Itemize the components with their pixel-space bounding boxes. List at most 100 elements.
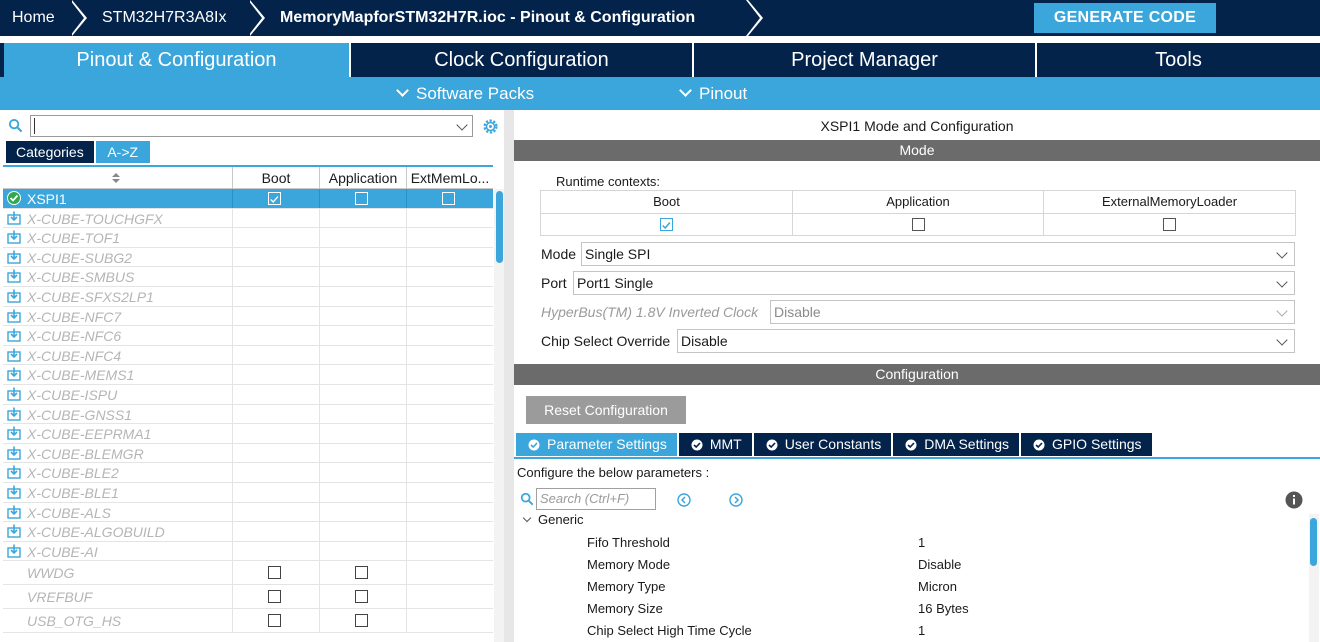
table-row[interactable]: X-CUBE-SUBG2 (3, 247, 493, 268)
field-value: Disable (681, 333, 728, 349)
table-row[interactable]: X-CUBE-BLE1 (3, 482, 493, 503)
next-result-icon[interactable] (729, 493, 743, 507)
info-icon[interactable] (1285, 491, 1303, 509)
breadcrumb-home[interactable]: Home (0, 0, 87, 36)
table-row[interactable]: X-CUBE-AI (3, 541, 493, 562)
checkbox-ext[interactable] (442, 192, 455, 205)
tab-project-manager[interactable]: Project Manager (694, 43, 1037, 77)
table-row[interactable]: X-CUBE-NFC4 (3, 345, 493, 366)
context-checkbox[interactable] (911, 218, 925, 231)
tab-dma-settings[interactable]: DMA Settings (893, 433, 1022, 456)
cell-divider (232, 404, 233, 424)
table-row[interactable]: X-CUBE-TOF1 (3, 228, 493, 248)
sort-icon[interactable] (111, 173, 121, 183)
parameter-search-input[interactable]: Search (Ctrl+F) (536, 488, 656, 510)
context-checkbox[interactable] (1163, 218, 1176, 231)
table-row[interactable]: X-CUBE-ALGOBUILD (3, 522, 493, 542)
generate-code-button[interactable]: GENERATE CODE (1034, 3, 1216, 33)
parameter-value[interactable]: Disable (918, 557, 961, 572)
table-row[interactable]: VREFBUF (3, 585, 493, 610)
tab-user-constants[interactable]: User Constants (753, 433, 894, 456)
checkbox-boot[interactable] (268, 192, 281, 205)
download-icon (7, 426, 21, 440)
column-application[interactable]: Application (319, 167, 406, 189)
chevron-down-icon (1276, 334, 1288, 346)
table-row[interactable]: XSPI1 (3, 189, 493, 209)
table-row[interactable]: X-CUBE-NFC7 (3, 306, 493, 327)
runtime-contexts-table: Boot Application ExternalMemoryLoader (540, 190, 1296, 236)
cell-divider (232, 561, 233, 585)
table-row[interactable]: X-CUBE-ALS (3, 502, 493, 523)
checkbox-boot[interactable] (268, 590, 281, 604)
field-select[interactable]: Disable (677, 329, 1295, 353)
cell-divider (406, 502, 407, 522)
scrollbar-thumb[interactable] (496, 191, 503, 263)
breadcrumb-project[interactable]: MemoryMapforSTM32H7R.ioc - Pinout & Conf… (248, 0, 763, 36)
reset-configuration-button[interactable]: Reset Configuration (526, 396, 686, 424)
context-checkbox[interactable] (659, 218, 673, 231)
column-extmemloader[interactable]: ExtMemLo... (406, 167, 493, 189)
tab-parameter-settings[interactable]: Parameter Settings (516, 433, 679, 456)
tab-a-z[interactable]: A->Z (95, 141, 150, 163)
configuration-section-header: Configuration (514, 364, 1320, 385)
tab-mmt[interactable]: MMT (678, 433, 754, 456)
chevron-down-icon[interactable] (456, 119, 468, 131)
parameter-value[interactable]: 1 (918, 623, 925, 638)
table-row[interactable]: X-CUBE-BLEMGR (3, 443, 493, 464)
checkbox-app[interactable] (355, 614, 368, 628)
tab-categories[interactable]: Categories (6, 141, 94, 163)
column-boot[interactable]: Boot (232, 167, 319, 189)
parameter-name: Memory Mode (587, 557, 671, 572)
scrollbar-thumb[interactable] (1310, 518, 1317, 566)
component-list-scrollbar[interactable] (494, 189, 504, 642)
cell-divider (232, 585, 233, 609)
table-row[interactable]: X-CUBE-SFXS2LP1 (3, 286, 493, 307)
checkbox-app[interactable] (355, 192, 368, 205)
group-generic[interactable]: Generic (522, 512, 584, 527)
cell-divider (232, 228, 233, 247)
parameter-list-scrollbar[interactable] (1309, 514, 1319, 642)
table-row[interactable]: WWDG (3, 561, 493, 586)
table-row[interactable]: X-CUBE-EEPRMA1 (3, 424, 493, 444)
table-row[interactable]: USB_OTG_HS (3, 609, 493, 634)
checkbox-boot[interactable] (268, 566, 281, 580)
pinout-menu[interactable]: Pinout (679, 84, 747, 104)
component-search-input[interactable] (30, 115, 473, 137)
field-select[interactable]: Single SPI (581, 242, 1295, 266)
panel-splitter[interactable] (504, 110, 514, 642)
table-row[interactable]: X-CUBE-MEMS1 (3, 365, 493, 385)
cell-divider (406, 384, 407, 404)
table-row[interactable]: X-CUBE-BLE2 (3, 463, 493, 483)
checkbox-app[interactable] (355, 566, 368, 580)
checkbox-app[interactable] (355, 590, 368, 604)
table-row[interactable]: X-CUBE-GNSS1 (3, 404, 493, 425)
cell-divider (319, 286, 320, 306)
table-row[interactable]: X-CUBE-NFC6 (3, 326, 493, 346)
software-packs-menu[interactable]: Software Packs (396, 84, 534, 104)
field-select[interactable]: Port1 Single (573, 271, 1295, 295)
chevron-down-icon (396, 84, 409, 97)
cell-divider (319, 463, 320, 482)
parameter-value[interactable]: Micron (918, 579, 957, 594)
parameter-value[interactable]: 1 (918, 535, 925, 550)
tab-pinout-configuration[interactable]: Pinout & Configuration (4, 43, 351, 77)
component-name: WWDG (27, 565, 75, 582)
table-row[interactable]: X-CUBE-ISPU (3, 384, 493, 405)
breadcrumb-mcu[interactable]: STM32H7R3A8Ix (70, 0, 265, 36)
parameter-value[interactable]: 16 Bytes (918, 601, 969, 616)
tab-tools[interactable]: Tools (1037, 43, 1320, 77)
gear-icon[interactable] (481, 117, 500, 136)
tab-gpio-settings[interactable]: GPIO Settings (1021, 433, 1154, 456)
cell-divider (319, 208, 320, 228)
cell-divider (406, 228, 407, 247)
table-row[interactable]: X-CUBE-TOUCHGFX (3, 208, 493, 229)
checkbox-boot[interactable] (268, 614, 281, 628)
download-icon (7, 328, 21, 342)
cell-divider (319, 247, 320, 267)
checkmark-icon (661, 222, 670, 230)
parameter-name: Memory Size (587, 601, 663, 616)
tab-clock-configuration[interactable]: Clock Configuration (351, 43, 694, 77)
table-row[interactable]: X-CUBE-SMBUS (3, 267, 493, 287)
download-icon (7, 485, 21, 499)
previous-result-icon[interactable] (677, 493, 691, 507)
